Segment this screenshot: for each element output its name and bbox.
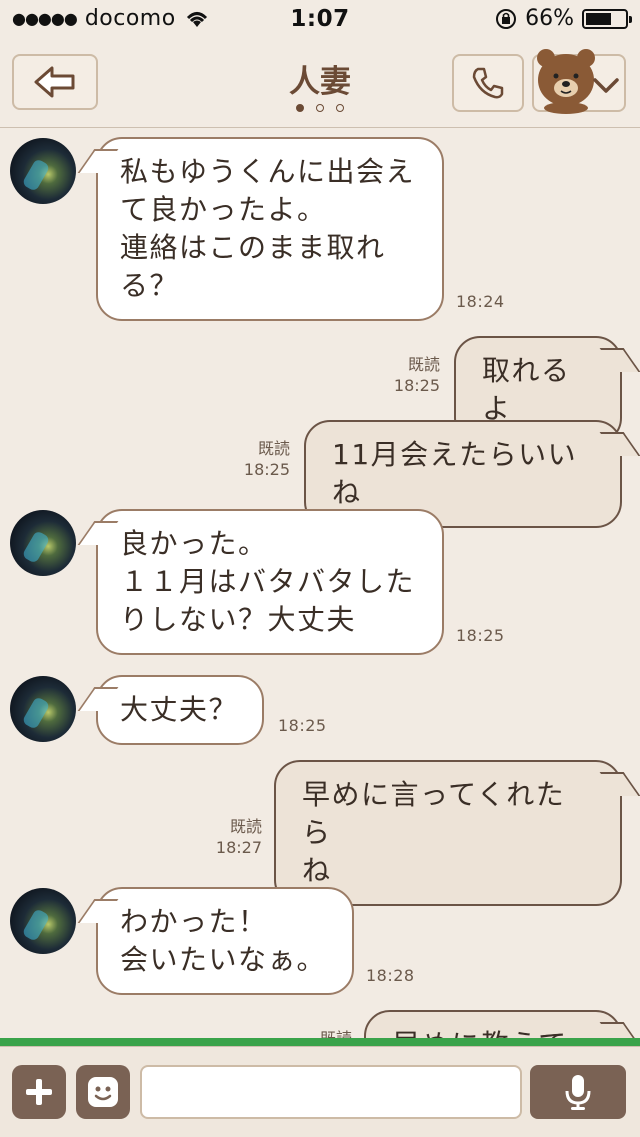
brown-bear-icon bbox=[537, 49, 595, 114]
emoji-button[interactable] bbox=[76, 1065, 130, 1119]
decorative-grass bbox=[0, 1038, 640, 1046]
phone-icon bbox=[472, 67, 504, 99]
outgoing-message: 早めに言ってくれたら ね bbox=[274, 760, 622, 906]
microphone-icon bbox=[565, 1075, 591, 1110]
message-meta: 既読 18:25 bbox=[380, 354, 440, 396]
voice-button[interactable] bbox=[530, 1065, 626, 1119]
read-receipt: 既読 bbox=[407, 355, 440, 374]
message-time: 18:24 bbox=[456, 292, 505, 311]
message-time: 18:25 bbox=[278, 716, 327, 735]
page-dot bbox=[316, 104, 324, 112]
incoming-message: 良かった。 １１月はバタバタした りしない？大丈夫 bbox=[96, 509, 444, 655]
message-time: 18:25 bbox=[393, 376, 440, 395]
orientation-lock-icon bbox=[496, 8, 517, 29]
chat-header: 人妻 bbox=[0, 40, 640, 128]
composer-bar bbox=[0, 1046, 640, 1137]
contact-avatar[interactable] bbox=[10, 888, 76, 954]
message-time: 18:25 bbox=[243, 460, 290, 479]
add-button[interactable] bbox=[12, 1065, 66, 1119]
message-time: 18:27 bbox=[215, 838, 262, 857]
read-receipt: 既読 bbox=[229, 817, 262, 836]
incoming-message: 私もゆうくんに出会え て良かったよ。 連絡はこのまま取れ る？ bbox=[96, 137, 444, 321]
message-input[interactable] bbox=[140, 1065, 522, 1119]
message-meta: 既読 18:25 bbox=[230, 438, 290, 480]
plus-icon bbox=[26, 1079, 52, 1105]
page-dot bbox=[296, 104, 304, 112]
page-dot bbox=[336, 104, 344, 112]
smiley-icon bbox=[88, 1077, 118, 1107]
message-time: 18:28 bbox=[366, 966, 415, 985]
battery-fill bbox=[586, 12, 611, 25]
battery-icon bbox=[582, 8, 632, 29]
chevron-down-icon bbox=[593, 78, 619, 93]
battery-percent: 66% bbox=[525, 6, 574, 31]
incoming-message: わかった！ 会いたいなぁ。 bbox=[96, 887, 354, 995]
call-button[interactable] bbox=[452, 54, 524, 112]
incoming-message: 大丈夫？ bbox=[96, 675, 264, 745]
message-time: 18:25 bbox=[456, 626, 505, 645]
contact-avatar[interactable] bbox=[10, 510, 76, 576]
read-receipt: 既読 bbox=[257, 439, 290, 458]
status-bar: ●●●●● docomo 1:07 66% bbox=[0, 0, 640, 40]
message-meta: 既読 18:27 bbox=[200, 816, 262, 858]
contact-avatar[interactable] bbox=[10, 138, 76, 204]
contact-avatar[interactable] bbox=[10, 676, 76, 742]
